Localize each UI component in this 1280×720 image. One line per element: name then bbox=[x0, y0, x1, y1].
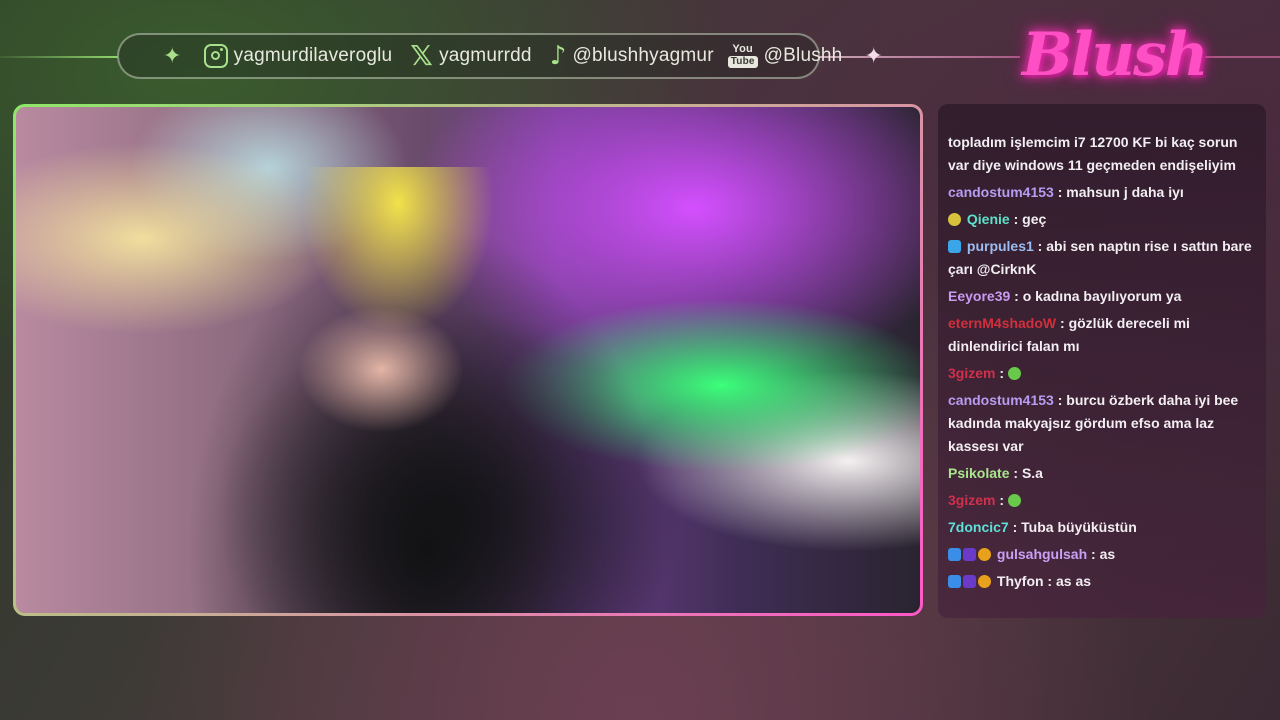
chat-text: as bbox=[1099, 546, 1116, 562]
social-links-bar: ✦ yagmurdilaveroglu 𝕏 yagmurrdd ♪ @blush… bbox=[117, 33, 883, 79]
chat-username[interactable]: candostum4153 bbox=[948, 184, 1054, 200]
youtube-handle: @Blushh bbox=[763, 45, 843, 66]
user-badge-icon bbox=[948, 575, 961, 588]
sparkle-icon: ✦ bbox=[864, 43, 884, 68]
chat-username[interactable]: 7doncic7 bbox=[948, 519, 1009, 535]
chat-username[interactable]: Thyfon bbox=[997, 573, 1044, 589]
webcam-feed bbox=[16, 107, 920, 613]
sparkle-icon: ✦ bbox=[163, 43, 182, 68]
chat-username[interactable]: eternM4shadoW bbox=[948, 315, 1056, 331]
chat-separator: : bbox=[1056, 315, 1069, 331]
chat-message: Thyfon : as as bbox=[948, 570, 1258, 593]
chat-message: topladım işlemcim i7 12700 KF bi kaç sor… bbox=[948, 131, 1258, 177]
youtube-icon-bottom-text: Tube bbox=[727, 56, 758, 68]
instagram-link[interactable]: yagmurdilaveroglu bbox=[203, 44, 393, 68]
chat-username[interactable]: purpules1 bbox=[967, 238, 1034, 254]
chat-text: Tuba büyüküstün bbox=[1021, 519, 1137, 535]
chat-separator: : bbox=[1009, 465, 1022, 481]
chat-message: Eeyore39 : o kadına bayılıyorum ya bbox=[948, 285, 1258, 308]
tiktok-icon: ♪ bbox=[549, 41, 567, 71]
chat-separator: : bbox=[1008, 519, 1022, 535]
youtube-icon-top-text: You bbox=[732, 43, 753, 55]
chat-username[interactable]: Qienie bbox=[967, 211, 1010, 227]
chat-separator: : bbox=[1087, 546, 1100, 562]
chat-separator: : bbox=[995, 492, 1008, 508]
chat-message: purpules1 : abi sen naptın rise ı sattın… bbox=[948, 235, 1258, 281]
user-badge-icon bbox=[963, 548, 976, 561]
youtube-link[interactable]: You Tube @Blushh bbox=[727, 43, 843, 68]
tiktok-link[interactable]: ♪ @blushhyagmur bbox=[550, 43, 714, 69]
decor-line-far-right bbox=[1200, 56, 1280, 58]
youtube-icon: You Tube bbox=[727, 43, 758, 68]
chat-message: 7doncic7 : Tuba büyüküstün bbox=[948, 516, 1258, 539]
chat-message: candostum4153 : mahsun j daha iyı bbox=[948, 181, 1258, 204]
chat-username[interactable]: Psikolate bbox=[948, 465, 1009, 481]
chat-separator: : bbox=[1010, 288, 1023, 304]
chat-message: eternM4shadoW : gözlük dereceli mi dinle… bbox=[948, 312, 1258, 358]
decor-line-right bbox=[820, 56, 1020, 58]
chat-separator: : bbox=[1009, 211, 1023, 227]
chat-text: mahsun j daha iyı bbox=[1066, 184, 1184, 200]
chat-message: candostum4153 : burcu özberk daha iyi be… bbox=[948, 389, 1258, 458]
chat-message-list: topladım işlemcim i7 12700 KF bi kaç sor… bbox=[948, 131, 1258, 597]
chat-separator: : bbox=[1043, 573, 1056, 589]
x-handle: yagmurrdd bbox=[439, 45, 532, 66]
x-icon: 𝕏 bbox=[410, 39, 434, 72]
chat-text: geç bbox=[1022, 211, 1047, 227]
user-badge-icon bbox=[948, 240, 961, 253]
chat-text: S.a bbox=[1021, 465, 1043, 481]
webcam-frame bbox=[13, 104, 923, 616]
chat-message: 3gizem : bbox=[948, 489, 1258, 512]
chat-text: as as bbox=[1056, 573, 1092, 589]
chat-separator: : bbox=[995, 365, 1008, 381]
chat-message: gulsahgulsah : as bbox=[948, 543, 1258, 566]
user-badge-icon bbox=[978, 575, 991, 588]
chat-text: o kadına bayılıyorum ya bbox=[1022, 288, 1182, 304]
chat-separator: : bbox=[1033, 238, 1047, 254]
blush-logo: Blush bbox=[1022, 20, 1209, 90]
tiktok-handle: @blushhyagmur bbox=[572, 45, 714, 66]
chat-username[interactable]: 3gizem bbox=[948, 365, 995, 381]
chat-username[interactable]: candostum4153 bbox=[948, 392, 1054, 408]
streamer-video bbox=[146, 167, 706, 613]
user-badge-icon bbox=[948, 548, 961, 561]
chat-message: Qienie : geç bbox=[948, 208, 1258, 231]
instagram-handle: yagmurdilaveroglu bbox=[233, 45, 393, 66]
chat-username[interactable]: 3gizem bbox=[948, 492, 995, 508]
chat-message: 3gizem : bbox=[948, 362, 1258, 385]
user-badge-icon bbox=[948, 213, 961, 226]
chat-panel: topladım işlemcim i7 12700 KF bi kaç sor… bbox=[938, 104, 1266, 618]
user-badge-icon bbox=[978, 548, 991, 561]
chat-separator: : bbox=[1053, 184, 1067, 200]
user-badge-icon bbox=[963, 575, 976, 588]
instagram-icon bbox=[203, 44, 228, 68]
chat-text: topladım işlemcim i7 12700 KF bi kaç sor… bbox=[948, 134, 1238, 173]
chat-emote-icon bbox=[1007, 367, 1021, 380]
chat-username[interactable]: Eeyore39 bbox=[948, 288, 1010, 304]
x-link[interactable]: 𝕏 yagmurrdd bbox=[410, 42, 531, 70]
chat-separator: : bbox=[1053, 392, 1067, 408]
decor-line-left bbox=[0, 56, 118, 58]
chat-message: Psikolate : S.a bbox=[948, 462, 1258, 485]
chat-emote-icon bbox=[1007, 494, 1021, 507]
chat-username[interactable]: gulsahgulsah bbox=[997, 546, 1087, 562]
